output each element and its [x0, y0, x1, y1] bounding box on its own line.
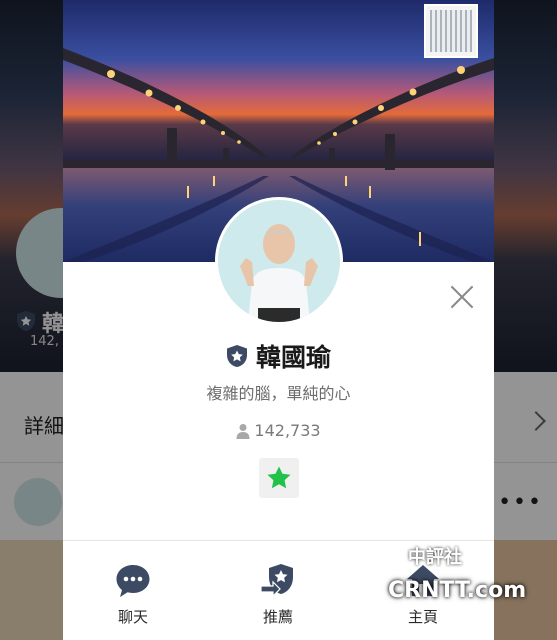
- chat-bubble-icon: [116, 565, 150, 597]
- qr-code-icon[interactable]: [424, 4, 478, 58]
- verified-shield-icon: [226, 345, 247, 367]
- favorite-button[interactable]: [259, 458, 299, 498]
- actions-divider: [63, 540, 494, 541]
- status-message: 複雜的腦，單純的心: [206, 384, 351, 403]
- chat-button[interactable]: 聊天: [85, 562, 181, 627]
- followers-count: 142,733: [254, 421, 321, 440]
- profile-name-row: 韓國瑜: [63, 338, 494, 374]
- avatar-portrait: [218, 200, 340, 322]
- recommend-button[interactable]: 推薦: [230, 562, 326, 627]
- profile-name: 韓國瑜: [255, 343, 331, 372]
- watermark-text: CRNTT.com: [388, 578, 527, 603]
- recommend-label: 推薦: [262, 608, 293, 626]
- watermark-chinese: 中評社: [408, 547, 462, 568]
- star-icon: [267, 466, 291, 489]
- person-icon: [236, 423, 250, 439]
- recommend-share-icon: [260, 564, 293, 598]
- profile-avatar[interactable]: [215, 197, 343, 325]
- chat-label: 聊天: [117, 608, 148, 626]
- home-label: 主頁: [407, 608, 438, 626]
- close-button[interactable]: [449, 284, 475, 310]
- followers-row: 142,733: [63, 421, 494, 440]
